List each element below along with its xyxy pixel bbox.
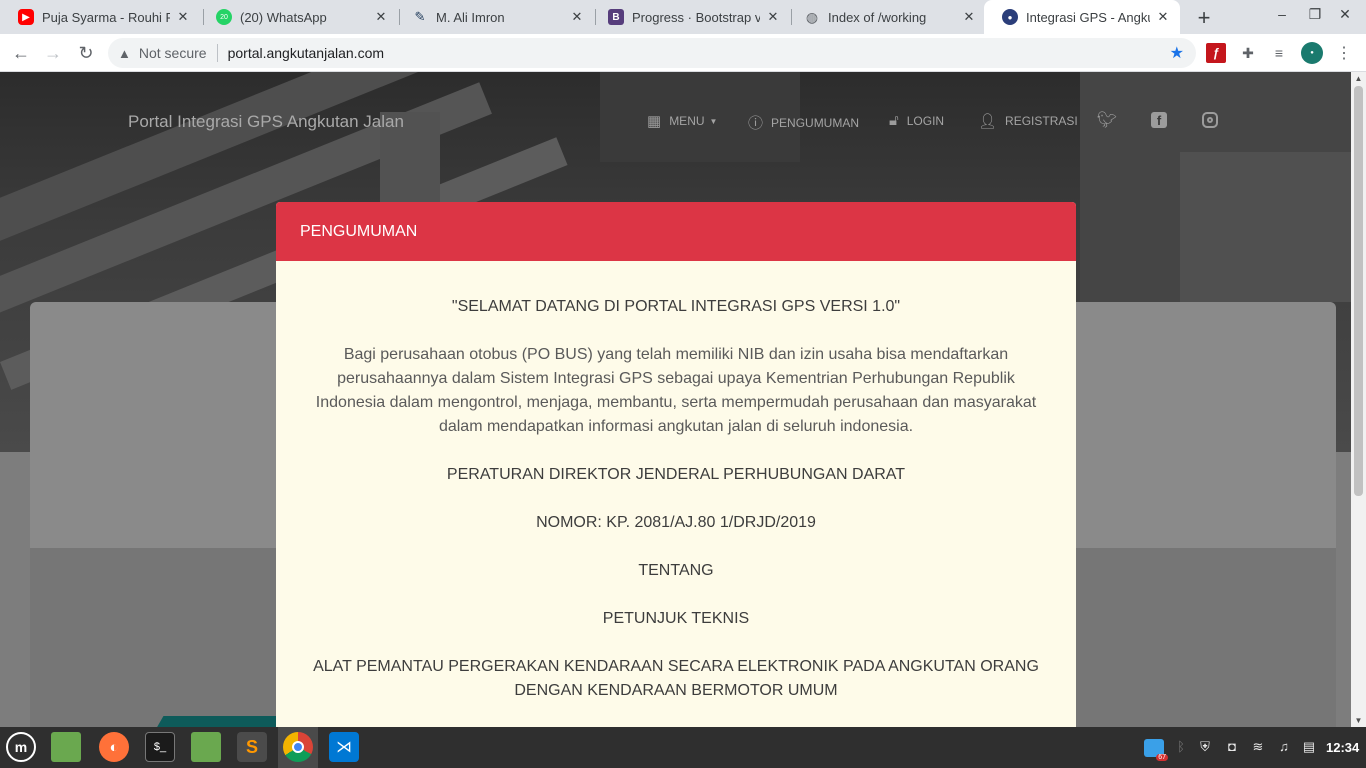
url-text[interactable]: portal.angkutanjalan.com (228, 45, 384, 61)
folder-icon[interactable] (191, 732, 221, 762)
modal-body: "SELAMAT DATANG DI PORTAL INTEGRASI GPS … (276, 261, 1076, 703)
mint-menu-icon[interactable]: m (6, 732, 36, 762)
reload-button[interactable]: ↻ (73, 40, 99, 66)
welcome-text: "SELAMAT DATANG DI PORTAL INTEGRASI GPS … (451, 298, 901, 315)
facebook-icon[interactable]: f (1149, 110, 1169, 130)
tab-close-icon[interactable]: ✕ (766, 9, 780, 25)
extensions-puzzle-icon[interactable]: ✚ (1238, 43, 1258, 63)
bootstrap-icon: B (608, 9, 624, 25)
screenshot-icon[interactable]: ◘ (1223, 739, 1241, 754)
scroll-thumb[interactable] (1354, 86, 1363, 496)
nav-login[interactable]: 🔓︎ LOGIN (889, 112, 944, 129)
tab-close-icon[interactable]: ✕ (374, 9, 388, 25)
tab-close-icon[interactable]: ✕ (1156, 9, 1170, 25)
web-page: Portal Integrasi GPS Angkutan Jalan ▦ ME… (0, 72, 1351, 727)
forward-button[interactable]: → (40, 40, 66, 66)
regulation-number: NOMOR: KP. 2081/AJ.80 1/DRJD/2019 (536, 514, 816, 531)
regulation-text: PERATURAN DIREKTOR JENDERAL PERHUBUNGAN … (446, 466, 906, 483)
browser-toolbar: ← → ↻ ▲ Not secure portal.angkutanjalan.… (0, 34, 1366, 72)
whatsapp-icon: 20 (216, 9, 232, 25)
sublime-icon[interactable]: S (237, 732, 267, 762)
scroll-down-arrow-icon[interactable]: ▼ (1351, 716, 1366, 725)
globe-icon: ◍ (805, 8, 819, 25)
announcement-modal: PENGUMUMAN "SELAMAT DATANG DI PORTAL INT… (276, 202, 1076, 727)
terminal-icon[interactable]: $_ (145, 732, 175, 762)
new-tab-button[interactable]: + (1192, 5, 1216, 31)
nav-announcement[interactable]: ⓘ PENGUMUMAN (748, 112, 859, 133)
back-button[interactable]: ← (8, 40, 34, 66)
clock[interactable]: 12:34 (1326, 740, 1359, 755)
restore-icon[interactable]: ❐ (1305, 6, 1325, 23)
subject-text: ALAT PEMANTAU PERGERAKAN KENDARAAN SECAR… (313, 658, 1039, 699)
nav-register-label: REGISTRASI (1005, 114, 1078, 128)
page-icon: ✎ (414, 9, 426, 24)
address-bar[interactable]: ▲ Not secure portal.angkutanjalan.com ★ (108, 38, 1196, 68)
page-scrollbar[interactable]: ▲ ▼ (1351, 72, 1366, 727)
nav-menu[interactable]: ▦ MENU ▼ (647, 112, 717, 130)
nav-menu-label: MENU (669, 114, 705, 128)
tab-title: Integrasi GPS - Angkut (1026, 9, 1150, 25)
profile-avatar[interactable]: ● (1301, 42, 1323, 64)
about-text: TENTANG (638, 562, 714, 579)
lock-icon: 🔓︎ (889, 112, 899, 129)
nav-register[interactable]: 👤︎ REGISTRASI (978, 112, 1078, 130)
flash-extension-icon[interactable]: ƒ (1206, 43, 1226, 63)
caret-down-icon: ▼ (709, 116, 718, 126)
bluetooth-icon[interactable]: ᛒ (1172, 739, 1190, 754)
wifi-icon[interactable]: ≋ (1249, 739, 1267, 755)
site-logo-icon: ● (1002, 9, 1018, 25)
chrome-icon[interactable] (283, 732, 313, 762)
tab-whatsapp[interactable]: 20 (20) WhatsApp ✕ (198, 0, 398, 34)
firefox-icon[interactable]: ◐ (99, 732, 129, 762)
minimize-icon[interactable]: – (1272, 6, 1292, 22)
tab-youtube[interactable]: ▶ Puja Syarma - Rouhi Fi ✕ (0, 0, 200, 34)
address-divider (216, 44, 218, 62)
modal-header: PENGUMUMAN (276, 202, 1076, 261)
tab-close-icon[interactable]: ✕ (570, 9, 584, 25)
info-icon: ⓘ (748, 115, 764, 132)
guide-text: PETUNJUK TEKNIS (602, 610, 750, 627)
site-title[interactable]: Portal Integrasi GPS Angkutan Jalan (128, 112, 404, 132)
description-text: Bagi perusahaan otobus (PO BUS) yang tel… (315, 346, 1037, 435)
twitter-icon[interactable]: 🐦︎ (1097, 110, 1117, 130)
update-manager-icon[interactable]: 67 (1144, 739, 1168, 761)
sound-icon[interactable]: ♫ (1275, 739, 1293, 754)
shield-icon[interactable]: ⛨ (1196, 739, 1214, 755)
user-add-icon: 👤︎ (978, 113, 998, 130)
window-close-icon[interactable]: ✕ (1335, 6, 1355, 23)
tab-ali-imron[interactable]: ✎ M. Ali Imron ✕ (394, 0, 594, 34)
decorative-shape (156, 716, 284, 727)
files-icon[interactable] (51, 732, 81, 762)
modal-title: PENGUMUMAN (300, 222, 418, 240)
youtube-icon: ▶ (18, 9, 34, 25)
grid-icon: ▦ (647, 113, 662, 130)
tab-title: Index of /working (828, 9, 927, 25)
tab-title: M. Ali Imron (436, 9, 505, 25)
chrome-menu-icon[interactable]: ⋮ (1334, 43, 1354, 63)
os-taskbar: m ◐ $_ S ⋊ 67 ᛒ ⛨ ◘ ≋ ♫ ▤ 12:34 (0, 727, 1366, 768)
nav-announcement-label: PENGUMUMAN (771, 115, 860, 130)
update-count-badge: 67 (1156, 754, 1168, 761)
media-queue-icon[interactable]: ≡ (1269, 43, 1289, 63)
bookmark-star-icon[interactable]: ★ (1170, 43, 1184, 63)
instagram-icon[interactable] (1200, 110, 1220, 130)
tab-close-icon[interactable]: ✕ (176, 9, 190, 25)
tab-title: Progress · Bootstrap v (632, 9, 760, 25)
notes-icon[interactable]: ▤ (1300, 739, 1318, 755)
tab-integrasi-gps[interactable]: ● Integrasi GPS - Angkut ✕ (984, 0, 1180, 34)
scroll-up-arrow-icon[interactable]: ▲ (1351, 74, 1366, 83)
vscode-icon[interactable]: ⋊ (329, 732, 359, 762)
warning-icon[interactable]: ▲ (118, 46, 131, 61)
nav-login-label: LOGIN (906, 113, 945, 128)
browser-tab-strip: ▶ Puja Syarma - Rouhi Fi ✕ 20 (20) Whats… (0, 0, 1366, 34)
security-label[interactable]: Not secure (139, 45, 207, 61)
tab-bootstrap[interactable]: B Progress · Bootstrap v ✕ (590, 0, 790, 34)
tab-close-icon[interactable]: ✕ (962, 9, 976, 25)
tab-title: Puja Syarma - Rouhi Fi (42, 9, 170, 25)
tab-title: (20) WhatsApp (240, 9, 327, 25)
tab-index-working[interactable]: ◍ Index of /working ✕ (786, 0, 986, 34)
